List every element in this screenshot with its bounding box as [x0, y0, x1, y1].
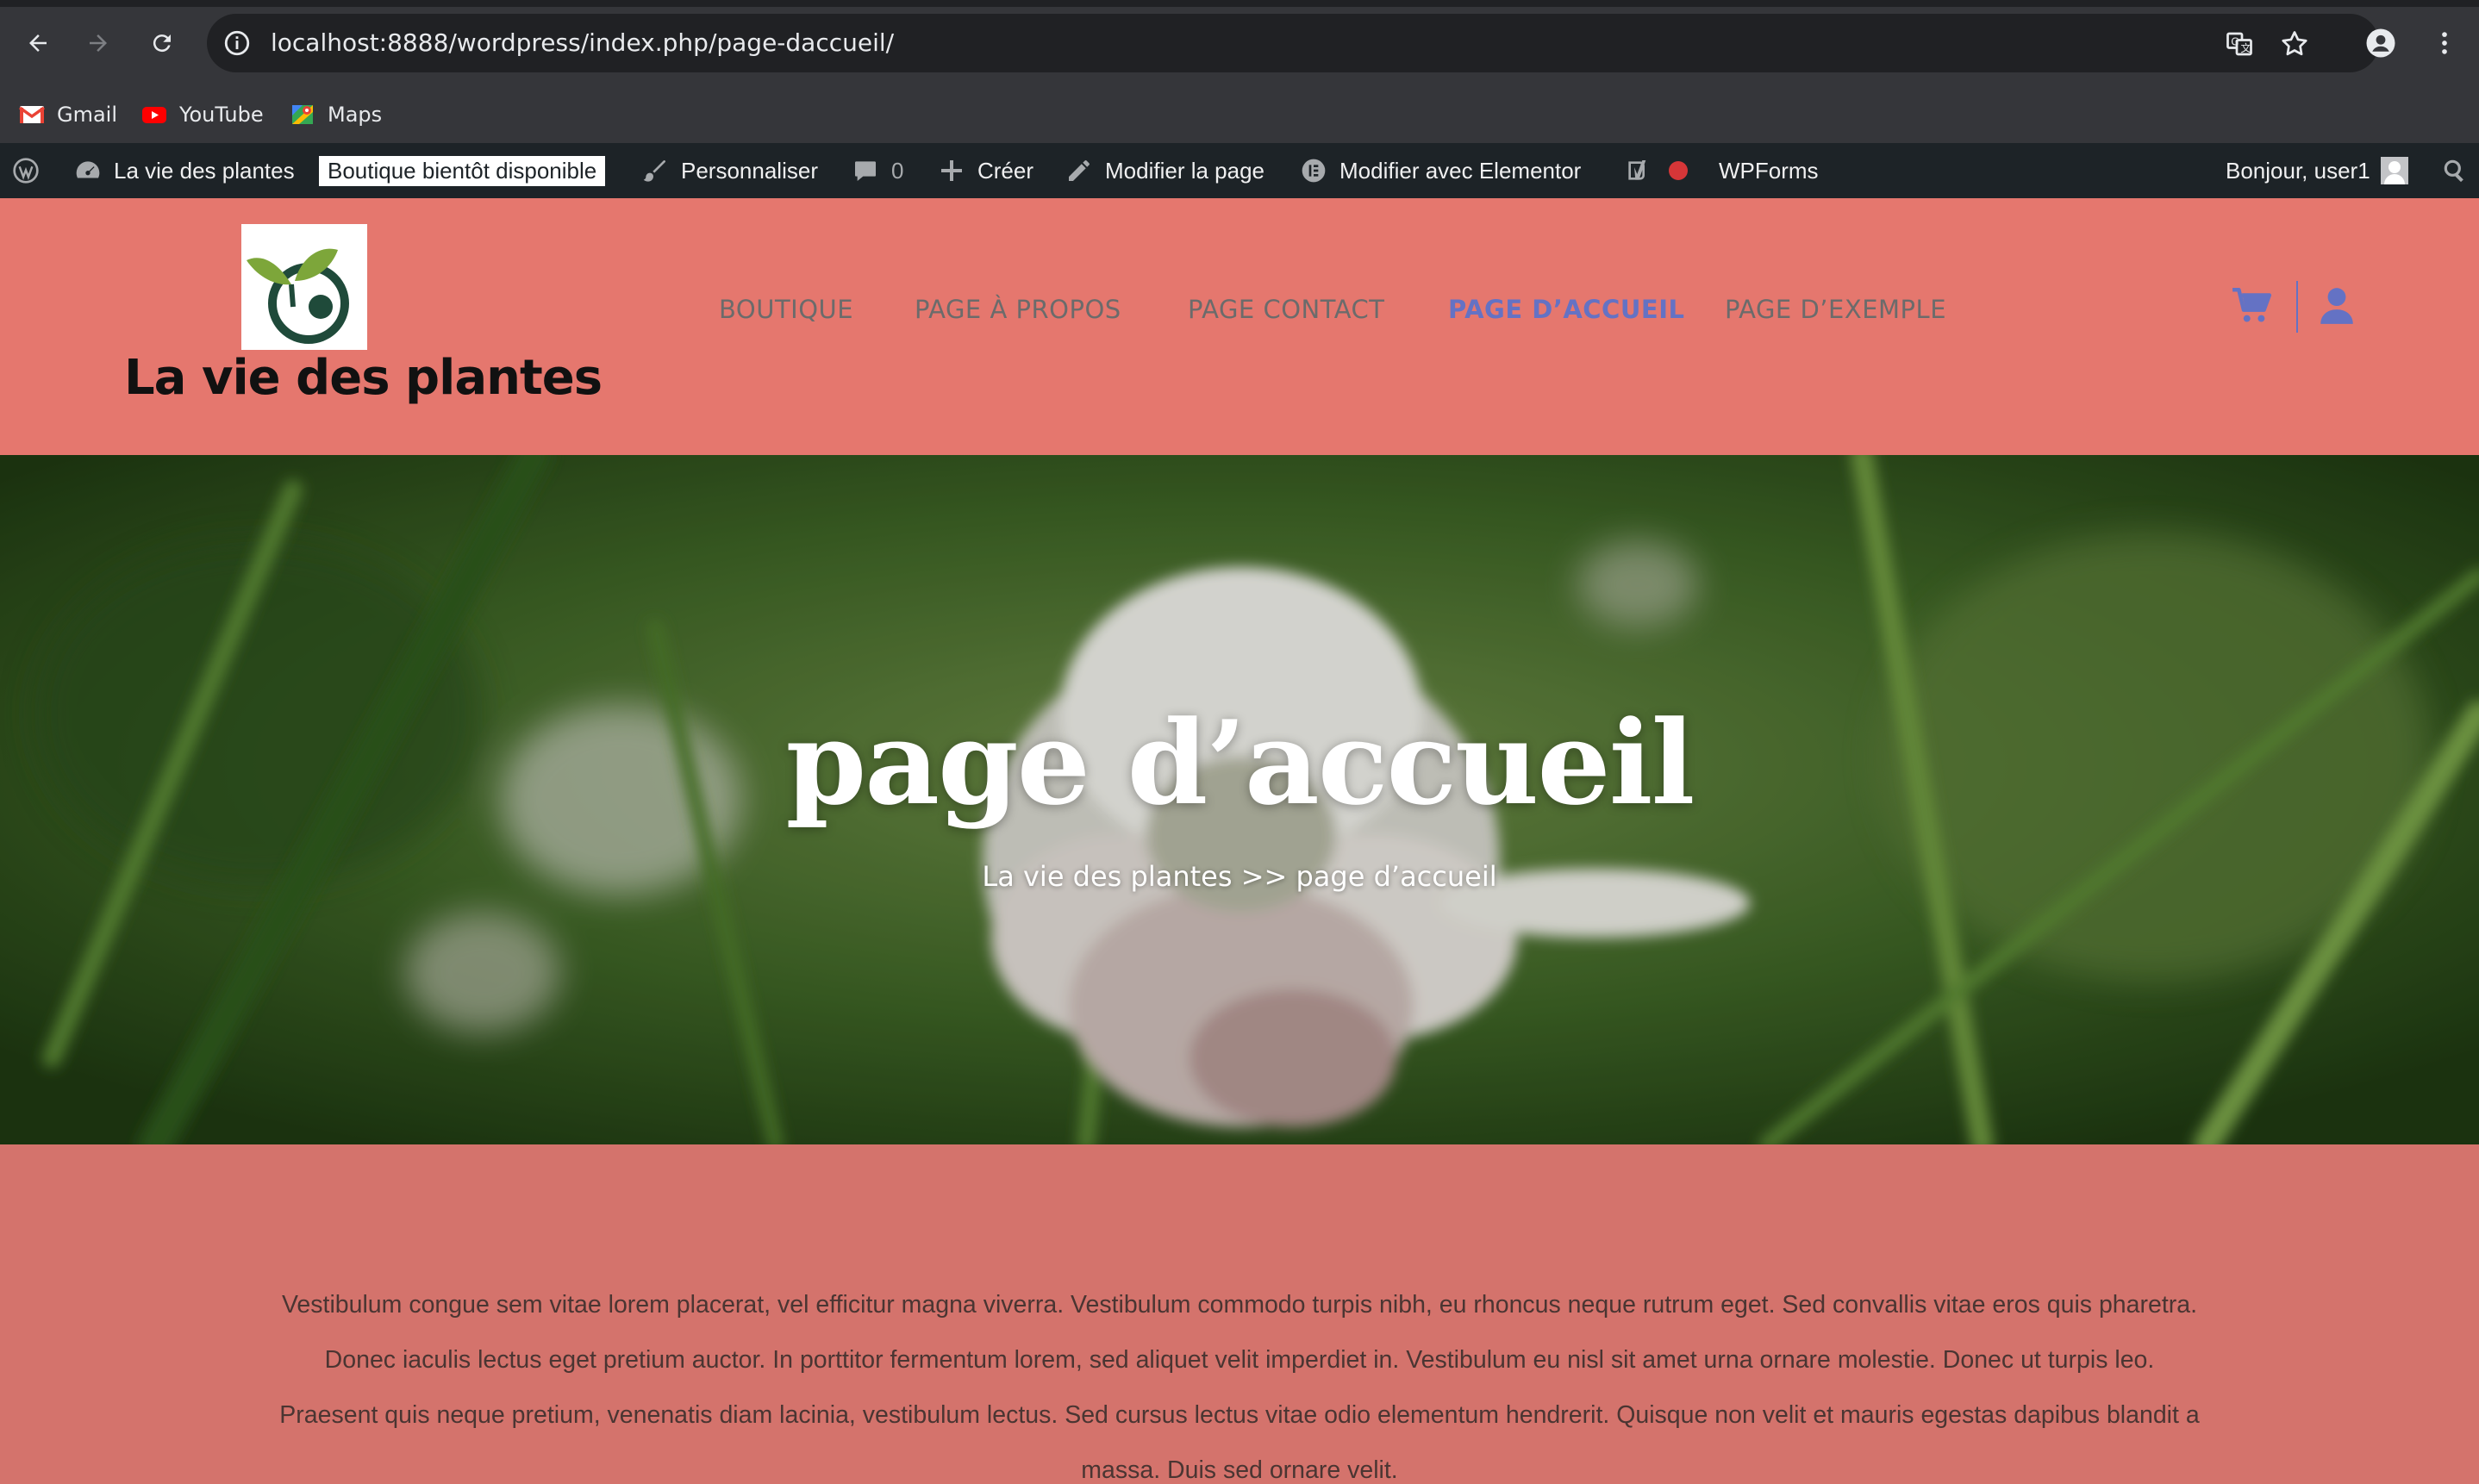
- wp-logo-menu[interactable]: [12, 143, 40, 198]
- profile-icon: [2366, 28, 2395, 58]
- bookmark-label: Gmail: [57, 103, 118, 127]
- search-icon: [2444, 159, 2463, 183]
- wp-site-name-label: La vie des plantes: [114, 157, 295, 184]
- site-logo[interactable]: [241, 224, 367, 350]
- reload-icon: [153, 34, 171, 53]
- page-content: Vestibulum congue sem vitae lorem placer…: [0, 1144, 2479, 1484]
- forward-button[interactable]: [78, 22, 119, 64]
- address-bar[interactable]: localhost:8888/wordpress/index.php/page-…: [207, 14, 2379, 72]
- user-account-icon[interactable]: [2315, 284, 2358, 327]
- svg-text:G: G: [2231, 36, 2239, 48]
- browser-menu-button[interactable]: [2424, 22, 2465, 64]
- pencil-icon: [1069, 160, 1090, 181]
- nav-item-accueil[interactable]: PAGE D’ACCUEIL: [1448, 295, 1684, 324]
- dashboard-gauge-icon: [76, 161, 100, 178]
- tab-strip: [0, 0, 2479, 7]
- wp-new-content[interactable]: Créer: [938, 143, 1033, 198]
- yoast-seo-menu[interactable]: [1624, 143, 1688, 198]
- site-title[interactable]: La vie des plantes: [124, 350, 603, 406]
- comments-count: 0: [891, 157, 904, 184]
- svg-text:文: 文: [2241, 41, 2251, 54]
- arrow-left-icon: [29, 34, 47, 52]
- wp-account-menu[interactable]: Bonjour, user1: [2226, 143, 2408, 198]
- avatar: [2380, 157, 2408, 184]
- maps-icon: [292, 105, 313, 124]
- wp-customize[interactable]: Personnaliser: [641, 143, 818, 198]
- store-coming-soon-badge[interactable]: Boutique bientôt disponible: [319, 143, 606, 198]
- bookmark-maps[interactable]: Maps: [290, 97, 382, 133]
- bookmarks-bar: Gmail YouTube Maps: [0, 86, 2479, 143]
- wp-comments[interactable]: 0: [852, 143, 903, 198]
- edit-elementor-label: Modifier avec Elementor: [1339, 157, 1582, 184]
- seo-status-dot: [1669, 161, 1688, 180]
- bookmark-label: YouTube: [179, 103, 264, 127]
- paintbrush-icon: [643, 160, 665, 182]
- store-badge-label: Boutique bientôt disponible: [319, 155, 606, 186]
- browser-toolbar: localhost:8888/wordpress/index.php/page-…: [0, 0, 2479, 86]
- wordpress-logo-icon: [13, 158, 39, 184]
- bookmark-label: Maps: [328, 103, 383, 127]
- cart-icon[interactable]: [2231, 284, 2274, 327]
- edit-page-label: Modifier la page: [1105, 157, 1264, 184]
- nav-item-contact[interactable]: PAGE CONTACT: [1188, 295, 1385, 324]
- nav-item-exemple[interactable]: PAGE D’EXEMPLE: [1725, 295, 1946, 324]
- bookmark-star-icon[interactable]: [2279, 28, 2310, 59]
- page-title: page d’accueil: [785, 695, 1695, 831]
- comment-bubble-icon: [855, 161, 876, 181]
- back-button[interactable]: [17, 22, 59, 64]
- kebab-menu-icon: [2442, 32, 2447, 54]
- url-text[interactable]: localhost:8888/wordpress/index.php/page-…: [271, 14, 894, 72]
- yoast-icon: [1628, 160, 1646, 180]
- header-icon-divider: [2296, 281, 2298, 333]
- body-paragraph: Vestibulum congue sem vitae lorem placer…: [279, 1291, 2200, 1484]
- gmail-icon: [19, 106, 45, 123]
- site-info-icon[interactable]: [222, 28, 252, 58]
- bookmark-gmail[interactable]: Gmail: [19, 97, 117, 133]
- sprout-logo-icon: [247, 248, 349, 344]
- wpforms-label: WPForms: [1719, 157, 1819, 184]
- new-content-label: Créer: [977, 157, 1034, 184]
- plus-icon: [941, 160, 962, 181]
- translate-icon[interactable]: G文: [2224, 28, 2255, 59]
- youtube-icon: [142, 107, 166, 123]
- wp-edit-page[interactable]: Modifier la page: [1065, 143, 1264, 198]
- greeting-label: Bonjour, user1: [2226, 157, 2370, 184]
- wp-site-name[interactable]: La vie des plantes: [74, 143, 295, 198]
- breadcrumb[interactable]: La vie des plantes >> page d’accueil: [0, 860, 2479, 893]
- reload-button[interactable]: [141, 22, 183, 64]
- hero-banner: page d’accueil La vie des plantes >> pag…: [0, 455, 2479, 1144]
- bookmark-youtube[interactable]: YouTube: [141, 97, 264, 133]
- profile-button[interactable]: [2360, 22, 2401, 64]
- wp-wpforms[interactable]: WPForms: [1719, 143, 1819, 198]
- site-header: La vie des plantes BOUTIQUE PAGE À PROPO…: [0, 198, 2479, 455]
- customize-label: Personnaliser: [681, 157, 818, 184]
- nav-item-boutique[interactable]: BOUTIQUE: [719, 295, 853, 324]
- wp-admin-bar: La vie des plantes Boutique bientôt disp…: [0, 143, 2479, 198]
- elementor-icon: [1302, 159, 1326, 183]
- arrow-right-icon: [90, 34, 107, 52]
- wp-edit-elementor[interactable]: Modifier avec Elementor: [1300, 143, 1581, 198]
- nav-item-a-propos[interactable]: PAGE À PROPOS: [915, 295, 1121, 324]
- wp-search[interactable]: [2441, 143, 2469, 198]
